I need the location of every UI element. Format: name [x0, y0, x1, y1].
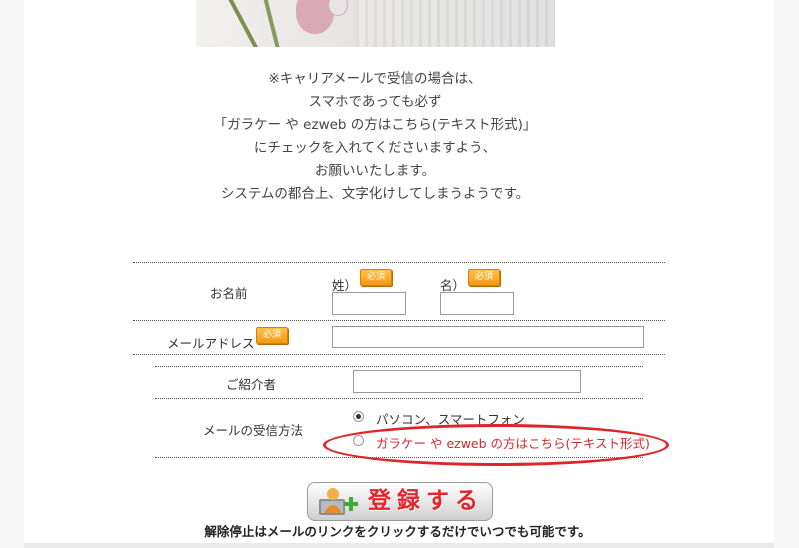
register-button-label: 登録する [368, 488, 484, 514]
email-label: メールアドレス [167, 336, 255, 351]
last-name-field[interactable] [332, 292, 406, 315]
required-badge: 必須 [256, 327, 288, 344]
notice-line: スマホであっても必ず [308, 94, 442, 110]
referrer-label: ご紹介者 [226, 377, 277, 392]
required-badge: 必須 [360, 269, 392, 286]
notice-line: ※キャリアメールで受信の場合は、 [268, 71, 482, 87]
notice-line: システムの都合上、文字化けしてしまうようです。 [220, 186, 530, 202]
unsubscribe-note: 解除停止はメールのリンクをクリックするだけでいつでも可能です。 [204, 524, 591, 539]
highlight-ellipse [323, 424, 669, 466]
email-field[interactable] [332, 326, 644, 348]
referrer-field[interactable] [353, 370, 581, 393]
table-divider [155, 398, 643, 399]
mail-method-label: メールの受信方法 [203, 423, 304, 438]
table-divider [133, 262, 665, 263]
notice-line: 「ガラケー や ezweb の方はこちら(テキスト形式)」 [213, 117, 537, 133]
register-button[interactable]: 登録する [307, 482, 493, 521]
person-add-icon [319, 488, 358, 515]
first-name-field[interactable] [440, 292, 514, 315]
radio-pc-smartphone[interactable] [353, 411, 364, 422]
notice-line: にチェックを入れてくださいますよう、 [253, 140, 497, 156]
required-badge: 必須 [468, 269, 500, 286]
name-label: お名前 [210, 286, 248, 301]
table-divider [133, 354, 665, 355]
carrier-mail-notice: ※キャリアメールで受信の場合は、 スマホであっても必ず 「ガラケー や ezwe… [170, 68, 580, 206]
table-divider [155, 366, 643, 367]
hero-image [196, 0, 555, 47]
table-divider [133, 320, 665, 321]
footer-strip [24, 543, 774, 548]
notice-line: お願いいたします。 [314, 163, 436, 179]
